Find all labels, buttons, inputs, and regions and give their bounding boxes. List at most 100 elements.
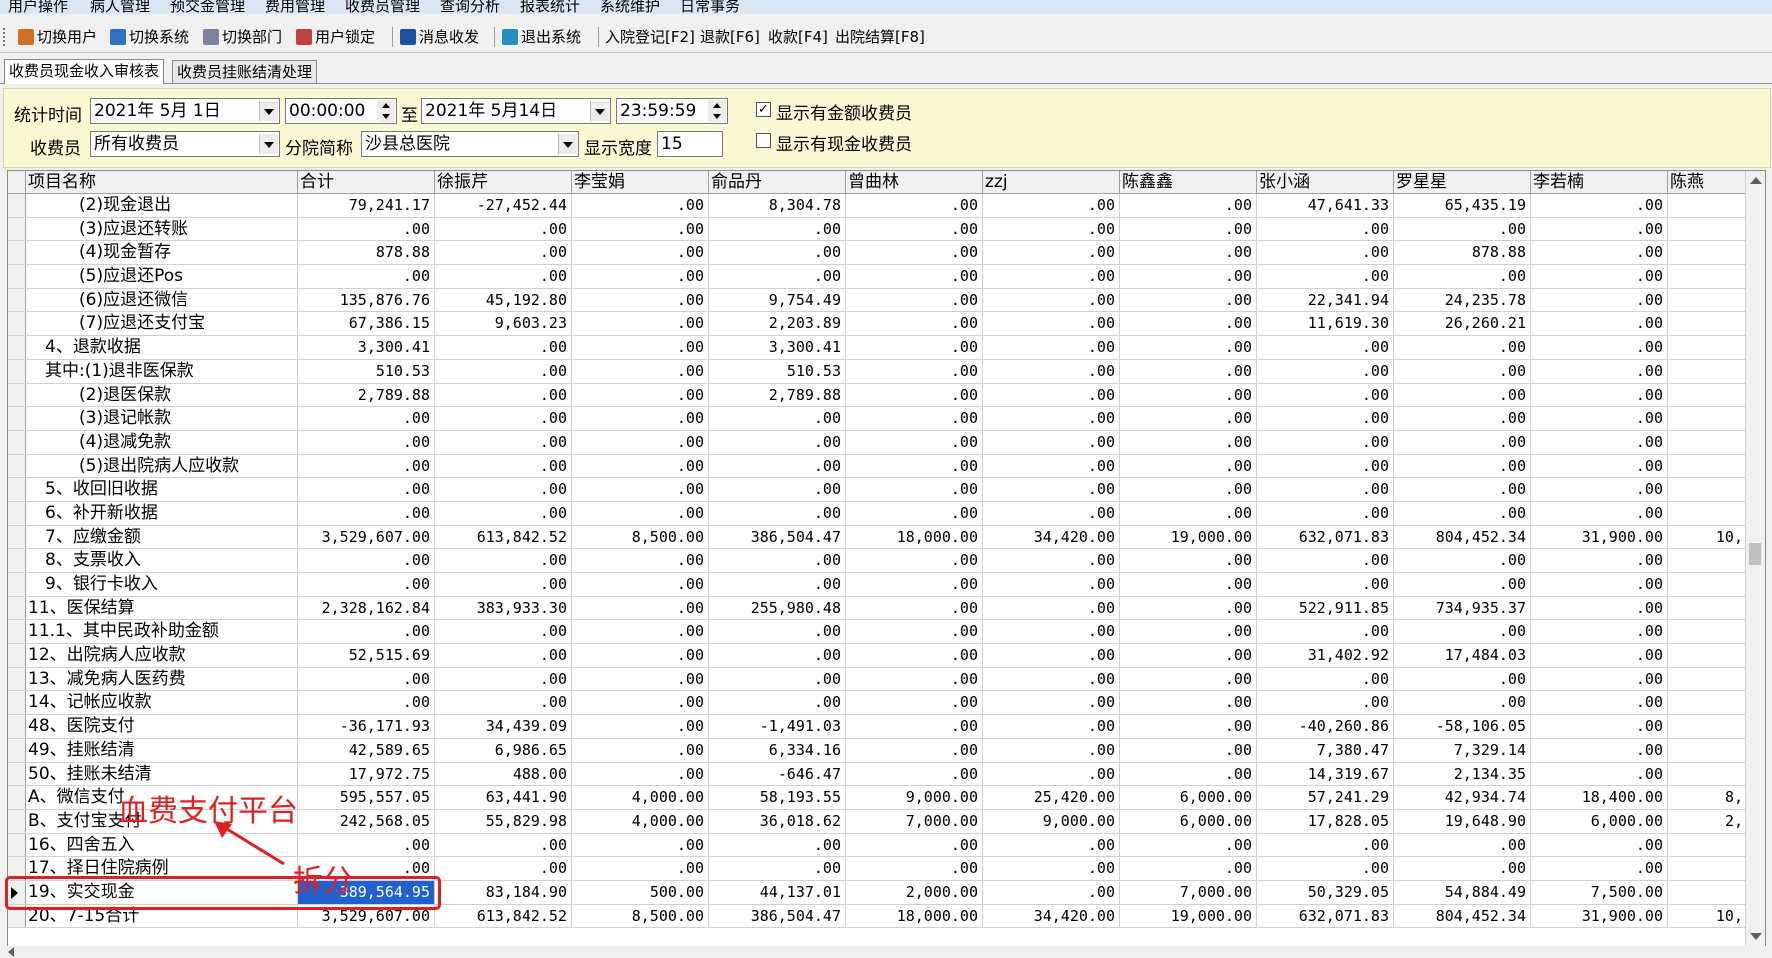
amount-cell[interactable]: .00 xyxy=(1394,359,1531,383)
amount-cell[interactable]: .00 xyxy=(983,715,1120,738)
amount-cell[interactable]: 58,193.55 xyxy=(709,786,846,809)
amount-cell[interactable]: 7,500.00 xyxy=(1531,880,1668,904)
amount-cell[interactable]: 3,529,607.00 xyxy=(298,525,435,549)
column-header[interactable]: 曾曲林 xyxy=(846,171,983,193)
amount-cell[interactable]: .00 xyxy=(1257,573,1394,596)
amount-cell[interactable]: .00 xyxy=(298,454,435,478)
end-date-picker[interactable]: 2021年 5月14日 xyxy=(421,98,611,124)
amount-cell[interactable]: 10, xyxy=(1668,904,1748,928)
amount-cell[interactable]: .00 xyxy=(435,217,572,241)
chevron-down-icon[interactable] xyxy=(259,101,278,121)
amount-cell[interactable]: .00 xyxy=(1120,265,1257,288)
amount-cell[interactable]: .00 xyxy=(1257,336,1394,359)
amount-cell[interactable] xyxy=(1668,762,1748,786)
item-name-cell[interactable]: 9、银行卡收入 xyxy=(26,573,298,596)
row-indicator[interactable] xyxy=(8,288,26,312)
amount-cell[interactable]: .00 xyxy=(1394,501,1531,525)
amount-cell[interactable]: 18,400.00 xyxy=(1531,786,1668,809)
table-row[interactable]: (5)退出院病人应收款 .00.00.00.00.00.00.00.00.00.0… xyxy=(8,454,1748,479)
row-indicator[interactable] xyxy=(8,241,26,265)
amount-cell[interactable] xyxy=(1668,265,1748,288)
amount-cell[interactable]: .00 xyxy=(709,501,846,525)
amount-cell[interactable]: 19,648.90 xyxy=(1394,809,1531,833)
amount-cell[interactable]: 10, xyxy=(1668,525,1748,549)
amount-cell[interactable]: .00 xyxy=(1531,667,1668,691)
amount-cell[interactable]: .00 xyxy=(572,644,709,667)
amount-cell[interactable]: .00 xyxy=(983,691,1120,715)
amount-cell[interactable]: .00 xyxy=(846,407,983,430)
amount-cell[interactable]: 19,000.00 xyxy=(1120,904,1257,928)
amount-cell[interactable]: 50,329.05 xyxy=(1257,880,1394,904)
amount-cell[interactable]: .00 xyxy=(1257,833,1394,857)
item-name-cell[interactable]: (2)现金退出 xyxy=(26,194,298,217)
amount-cell[interactable]: .00 xyxy=(572,241,709,265)
amount-cell[interactable]: .00 xyxy=(983,857,1120,880)
toolbar-button[interactable]: 收款[F4] xyxy=(768,26,828,48)
amount-cell[interactable]: .00 xyxy=(298,407,435,430)
amount-cell[interactable]: -27,452.44 xyxy=(435,194,572,217)
amount-cell[interactable]: 47,641.33 xyxy=(1257,194,1394,217)
amount-cell[interactable]: .00 xyxy=(1257,620,1394,644)
toolbar-button[interactable]: 入院登记[F2] xyxy=(605,26,695,48)
amount-cell[interactable]: .00 xyxy=(572,359,709,383)
amount-cell[interactable]: .00 xyxy=(846,265,983,288)
amount-cell[interactable]: .00 xyxy=(709,573,846,596)
amount-cell[interactable]: .00 xyxy=(572,217,709,241)
amount-cell[interactable]: .00 xyxy=(1531,573,1668,596)
amount-cell[interactable]: 510.53 xyxy=(709,359,846,383)
table-row[interactable]: 6、补开新收据 .00.00.00.00.00.00.00.00.00.00 xyxy=(8,501,1748,526)
amount-cell[interactable]: .00 xyxy=(1257,241,1394,265)
amount-cell[interactable]: .00 xyxy=(1394,857,1531,880)
amount-cell[interactable]: .00 xyxy=(1531,738,1668,762)
display-width-input[interactable]: 15 xyxy=(657,131,723,157)
amount-cell[interactable]: .00 xyxy=(1531,857,1668,880)
amount-cell[interactable]: .00 xyxy=(572,762,709,786)
row-indicator[interactable] xyxy=(8,620,26,644)
amount-cell[interactable]: 734,935.37 xyxy=(1394,596,1531,620)
amount-cell[interactable]: 36,018.62 xyxy=(709,809,846,833)
amount-cell[interactable]: .00 xyxy=(1531,691,1668,715)
amount-cell[interactable] xyxy=(1668,478,1748,501)
amount-cell[interactable]: .00 xyxy=(846,454,983,478)
amount-cell[interactable]: 7,329.14 xyxy=(1394,738,1531,762)
amount-cell[interactable]: .00 xyxy=(846,762,983,786)
amount-cell[interactable]: .00 xyxy=(709,620,846,644)
table-row[interactable]: (3)退记帐款 .00.00.00.00.00.00.00.00.00.00 xyxy=(8,407,1748,431)
amount-cell[interactable]: 9,754.49 xyxy=(709,288,846,312)
row-indicator[interactable] xyxy=(8,573,26,596)
amount-cell[interactable]: .00 xyxy=(1531,833,1668,857)
amount-cell[interactable]: 6,986.65 xyxy=(435,738,572,762)
amount-cell[interactable]: .00 xyxy=(846,857,983,880)
item-name-cell[interactable]: 13、减免病人医药费 xyxy=(26,667,298,691)
amount-cell[interactable]: .00 xyxy=(1531,359,1668,383)
amount-cell[interactable]: .00 xyxy=(983,478,1120,501)
row-indicator[interactable] xyxy=(8,596,26,620)
amount-cell[interactable]: 7,380.47 xyxy=(1257,738,1394,762)
row-indicator[interactable] xyxy=(8,786,26,809)
toolbar-button[interactable]: 切换部门 xyxy=(203,26,282,48)
amount-cell[interactable] xyxy=(1668,312,1748,336)
amount-cell[interactable]: .00 xyxy=(435,833,572,857)
amount-cell[interactable]: .00 xyxy=(1120,359,1257,383)
amount-cell[interactable]: .00 xyxy=(983,265,1120,288)
amount-cell[interactable]: .00 xyxy=(1120,715,1257,738)
amount-cell[interactable] xyxy=(1668,857,1748,880)
amount-cell[interactable]: .00 xyxy=(1531,312,1668,336)
item-name-cell[interactable]: 5、收回旧收据 xyxy=(26,478,298,501)
amount-cell[interactable]: .00 xyxy=(435,265,572,288)
amount-cell[interactable]: .00 xyxy=(983,407,1120,430)
amount-cell[interactable] xyxy=(1668,383,1748,407)
table-row[interactable]: (2)退医保款 2,789.88.00.00 2,789.88.00.00.00.0… xyxy=(8,383,1748,408)
row-indicator[interactable] xyxy=(8,549,26,572)
amount-cell[interactable]: 2,328,162.84 xyxy=(298,596,435,620)
amount-cell[interactable]: 2,789.88 xyxy=(298,383,435,407)
amount-cell[interactable]: .00 xyxy=(435,501,572,525)
amount-cell[interactable]: 8,304.78 xyxy=(709,194,846,217)
amount-cell[interactable]: -40,260.86 xyxy=(1257,715,1394,738)
table-row[interactable]: 13、减免病人医药费 .00.00.00.00.00.00.00.00.00.00 xyxy=(8,667,1748,692)
amount-cell[interactable]: .00 xyxy=(709,407,846,430)
amount-cell[interactable]: .00 xyxy=(1394,691,1531,715)
amount-cell[interactable]: 34,420.00 xyxy=(983,525,1120,549)
amount-cell[interactable]: .00 xyxy=(572,194,709,217)
amount-cell[interactable] xyxy=(1668,833,1748,857)
